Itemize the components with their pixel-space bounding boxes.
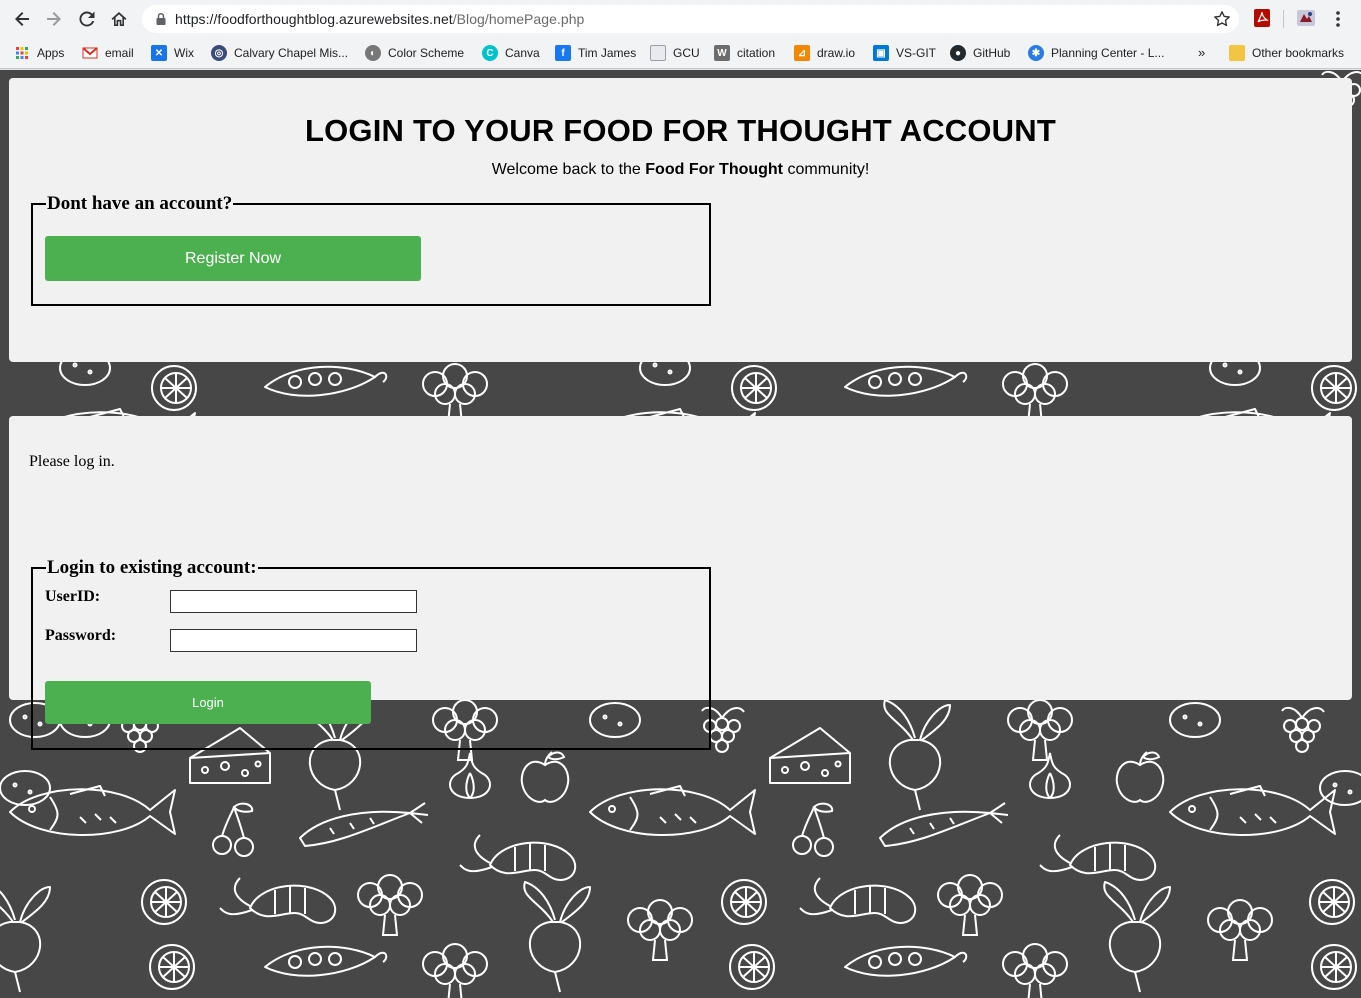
back-arrow-icon bbox=[15, 12, 29, 26]
pdf-extension-icon[interactable] bbox=[1252, 8, 1272, 28]
login-button[interactable]: Login bbox=[45, 681, 371, 724]
bookmark-label: GitHub bbox=[973, 46, 1011, 60]
bookmark-other[interactable]: Other bookmarks bbox=[1229, 42, 1344, 64]
register-fieldset: Dont have an account? Register Now bbox=[31, 194, 711, 306]
back-button[interactable] bbox=[10, 7, 34, 31]
login-legend: Login to existing account: bbox=[47, 557, 257, 578]
password-label: Password: bbox=[45, 627, 117, 644]
lock-icon bbox=[156, 12, 166, 25]
forward-arrow-icon bbox=[47, 12, 61, 26]
forward-button[interactable] bbox=[42, 7, 66, 31]
canva-icon: C bbox=[482, 45, 498, 61]
facebook-icon: f bbox=[555, 45, 571, 61]
login-prompt: Please log in. bbox=[29, 453, 115, 470]
calvary-icon: ◎ bbox=[211, 45, 227, 61]
toolbar-separator bbox=[1283, 10, 1284, 28]
bookmark-star-icon[interactable] bbox=[1213, 10, 1231, 28]
home-icon bbox=[111, 12, 127, 26]
userid-label: UserID: bbox=[45, 588, 101, 605]
bookmark-label: Calvary Chapel Mis... bbox=[234, 46, 349, 60]
bookmark-citation[interactable]: W citation bbox=[714, 42, 775, 64]
bookmarks-overflow-button[interactable]: » bbox=[1198, 45, 1205, 60]
welcome-suffix: community! bbox=[783, 161, 870, 178]
page-viewport: LOGIN TO YOUR FOOD FOR THOUGHT ACCOUNT W… bbox=[0, 70, 1361, 998]
bookmark-github[interactable]: ● GitHub bbox=[950, 42, 1010, 64]
userid-input[interactable] bbox=[170, 590, 417, 613]
bookmark-gcu[interactable]: GCU bbox=[650, 42, 700, 64]
apps-grid-icon bbox=[14, 45, 30, 61]
bookmark-planning-center[interactable]: ✱ Planning Center - L... bbox=[1028, 42, 1164, 64]
wix-icon: ✕ bbox=[151, 45, 167, 61]
home-button[interactable] bbox=[107, 7, 131, 31]
register-now-button[interactable]: Register Now bbox=[45, 236, 421, 281]
welcome-prefix: Welcome back to the bbox=[491, 161, 646, 178]
drawio-icon: ⊿ bbox=[794, 45, 810, 61]
bookmark-label: GCU bbox=[673, 46, 700, 60]
url-text[interactable]: https://foodforthoughtblog.azurewebsites… bbox=[175, 11, 584, 27]
browser-toolbar: https://foodforthoughtblog.azurewebsites… bbox=[0, 0, 1361, 38]
url-path: /Blog/homePage.php bbox=[452, 11, 585, 27]
bookmark-label: citation bbox=[737, 46, 776, 60]
bookmark-label: email bbox=[105, 46, 134, 60]
bookmark-label: draw.io bbox=[817, 46, 856, 60]
password-input[interactable] bbox=[170, 629, 417, 652]
login-fieldset: Login to existing account: UserID: Passw… bbox=[31, 558, 711, 750]
bookmark-tim-james[interactable]: f Tim James bbox=[555, 42, 636, 64]
bookmark-apps[interactable]: Apps bbox=[14, 42, 64, 64]
reload-icon bbox=[79, 11, 95, 27]
bookmark-label: VS-GIT bbox=[896, 46, 937, 60]
github-icon: ● bbox=[950, 45, 966, 61]
color-scheme-icon: ◐ bbox=[365, 45, 381, 61]
welcome-brand: Food For Thought bbox=[645, 161, 784, 178]
reload-button[interactable] bbox=[75, 7, 99, 31]
bookmark-calvary[interactable]: ◎ Calvary Chapel Mis... bbox=[211, 42, 348, 64]
profile-avatar-icon[interactable] bbox=[1296, 8, 1316, 28]
welcome-message: Welcome back to the Food For Thought com… bbox=[9, 161, 1352, 179]
planning-center-icon: ✱ bbox=[1028, 45, 1044, 61]
bookmark-canva[interactable]: C Canva bbox=[482, 42, 540, 64]
browser-menu-icon[interactable] bbox=[1330, 10, 1346, 28]
gmail-icon bbox=[82, 45, 98, 61]
bookmark-color-scheme[interactable]: ◐ Color Scheme bbox=[365, 42, 464, 64]
vsts-icon: ▣ bbox=[873, 45, 889, 61]
bookmark-label: Color Scheme bbox=[388, 46, 465, 60]
login-panel: Please log in. Login to existing account… bbox=[9, 416, 1352, 750]
bookmarks-bar: Apps email ✕ Wix ◎ Calvary Chapel Mis...… bbox=[0, 38, 1361, 69]
page-title: LOGIN TO YOUR FOOD FOR THOUGHT ACCOUNT bbox=[304, 113, 1056, 148]
bookmark-wix[interactable]: ✕ Wix bbox=[151, 42, 194, 64]
bookmark-email[interactable]: email bbox=[82, 42, 134, 64]
register-panel: LOGIN TO YOUR FOOD FOR THOUGHT ACCOUNT W… bbox=[9, 78, 1352, 362]
bookmark-label: Tim James bbox=[578, 46, 637, 60]
bookmark-label: Canva bbox=[505, 46, 540, 60]
page-icon bbox=[650, 45, 666, 61]
citation-icon: W bbox=[714, 45, 730, 61]
bookmark-drawio[interactable]: ⊿ draw.io bbox=[794, 42, 855, 64]
bookmark-label: Other bookmarks bbox=[1252, 46, 1345, 60]
register-legend: Dont have an account? bbox=[47, 193, 233, 214]
bookmark-label: Wix bbox=[174, 46, 194, 60]
address-bar[interactable]: https://foodforthoughtblog.azurewebsites… bbox=[142, 5, 1239, 33]
bookmark-label: Planning Center - L... bbox=[1051, 46, 1165, 60]
url-host: https://foodforthoughtblog.azurewebsites… bbox=[175, 11, 453, 27]
bookmark-label: Apps bbox=[37, 46, 65, 60]
folder-icon bbox=[1229, 45, 1245, 61]
bookmark-vs-git[interactable]: ▣ VS-GIT bbox=[873, 42, 936, 64]
browser-chrome: https://foodforthoughtblog.azurewebsites… bbox=[0, 0, 1361, 70]
